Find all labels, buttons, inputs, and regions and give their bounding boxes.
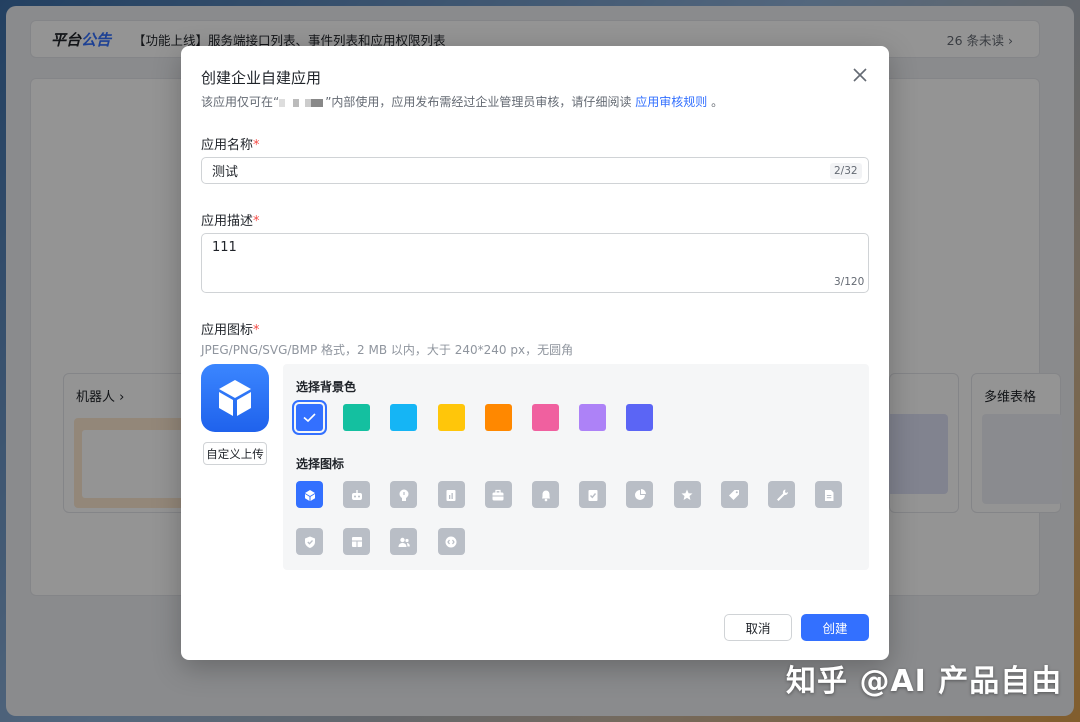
- app-icon-label-text: 应用图标: [201, 323, 254, 338]
- desc-prefix: 该应用仅可在“: [201, 95, 280, 109]
- required-mark: *: [253, 214, 260, 229]
- required-mark: *: [253, 323, 260, 338]
- bg-color-swatch[interactable]: [579, 404, 607, 431]
- desc-end: 。: [711, 95, 724, 109]
- icon-option-document-chart[interactable]: [437, 481, 465, 508]
- create-button[interactable]: 创建: [801, 614, 869, 641]
- icon-option-wrench[interactable]: [768, 481, 795, 508]
- bg-color-swatch[interactable]: [532, 404, 559, 431]
- desc-suffix: ”内部使用，应用发布需经过企业管理员审核，请仔细阅读: [325, 95, 632, 109]
- icon-option-robot[interactable]: [343, 481, 371, 508]
- create-app-dialog: 创建企业自建应用 该应用仅可在“ ”内部使用，应用发布需经过企业管理员审核，请仔细…: [181, 46, 889, 660]
- briefcase-icon: [492, 489, 504, 500]
- app-name-label-text: 应用名称: [201, 138, 254, 153]
- dialog-title: 创建企业自建应用: [201, 69, 322, 87]
- checklist-icon: [588, 489, 598, 501]
- app-name-label: 应用名称*: [201, 134, 260, 153]
- bulb-icon: [399, 489, 409, 501]
- app-name-input[interactable]: [201, 157, 869, 184]
- review-rules-link[interactable]: 应用审核规则: [635, 95, 707, 109]
- app-icon-label: 应用图标*: [201, 319, 260, 338]
- icon-option-shield[interactable]: [296, 528, 323, 555]
- bg-color-title: 选择背景色: [296, 380, 357, 394]
- app-desc-textarea[interactable]: 111: [201, 233, 869, 293]
- bell-icon: [541, 490, 550, 501]
- icon-option-users[interactable]: [390, 528, 418, 555]
- icon-picker-panel: 选择背景色 选择图标: [283, 364, 869, 570]
- icon-option-star[interactable]: [673, 481, 701, 508]
- file-icon: [824, 489, 834, 501]
- bg-color-swatch[interactable]: [292, 400, 327, 435]
- users-icon: [398, 537, 410, 547]
- bg-color-swatch[interactable]: [626, 404, 654, 431]
- icon-select-title: 选择图标: [296, 457, 345, 471]
- bg-color-swatch[interactable]: [390, 404, 418, 431]
- icon-option-tag[interactable]: [720, 481, 748, 508]
- icon-option-checklist[interactable]: [579, 481, 607, 508]
- icon-option-briefcase[interactable]: [484, 481, 512, 508]
- custom-upload-button[interactable]: 自定义上传: [203, 442, 267, 465]
- icon-option-cube[interactable]: [296, 481, 323, 508]
- app-desc-label-text: 应用描述: [201, 214, 254, 229]
- app-icon-preview: [201, 364, 269, 432]
- required-mark: *: [253, 138, 260, 153]
- star-icon: [681, 489, 693, 500]
- zhihu-watermark: 知乎 @AI 产品自由: [786, 664, 1063, 699]
- wrench-icon: [776, 489, 788, 501]
- close-icon[interactable]: [851, 66, 869, 84]
- app-name-counter: 2/32: [830, 163, 862, 179]
- tag-icon: [729, 489, 740, 500]
- document-chart-icon: [446, 489, 456, 501]
- icon-option-code[interactable]: [437, 528, 465, 555]
- pie-chart-icon: [634, 488, 646, 500]
- app-desc-label: 应用描述*: [201, 210, 260, 229]
- shield-icon: [304, 536, 315, 548]
- bg-color-swatch[interactable]: [437, 404, 465, 431]
- redacted-org-name: [279, 98, 326, 107]
- cancel-button[interactable]: 取消: [724, 614, 792, 641]
- bg-color-swatch[interactable]: [343, 404, 371, 431]
- layout-icon: [351, 536, 362, 547]
- icon-option-file[interactable]: [815, 481, 843, 508]
- robot-icon: [351, 489, 362, 500]
- cube-icon: [219, 380, 251, 416]
- icon-format-hint: JPEG/PNG/SVG/BMP 格式，2 MB 以内，大于 240*240 p…: [201, 343, 574, 357]
- code-icon: [445, 536, 457, 547]
- cube-icon: [304, 489, 315, 501]
- dialog-description: 该应用仅可在“ ”内部使用，应用发布需经过企业管理员审核，请仔细阅读 应用审核规则…: [201, 93, 723, 110]
- check-icon: [303, 413, 316, 423]
- icon-option-bell[interactable]: [532, 481, 559, 508]
- icon-option-layout[interactable]: [343, 528, 371, 555]
- icon-option-pie-chart[interactable]: [626, 481, 654, 508]
- app-desc-counter: 3/120: [834, 276, 865, 288]
- icon-option-bulb[interactable]: [390, 481, 418, 508]
- bg-color-swatch[interactable]: [484, 404, 512, 431]
